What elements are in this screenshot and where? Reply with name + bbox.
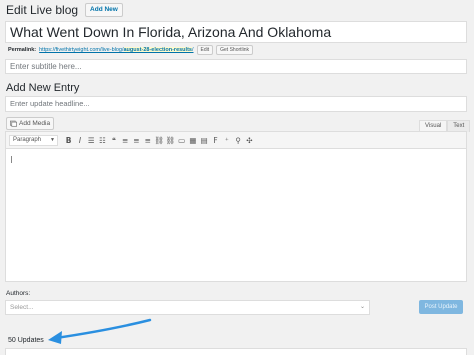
- updates-list-panel: [5, 348, 467, 355]
- special-char-icon[interactable]: ⁺: [221, 134, 232, 146]
- align-left-icon[interactable]: ≡: [119, 134, 130, 146]
- text-cursor: [11, 156, 12, 163]
- edit-permalink-button[interactable]: Edit: [196, 45, 214, 55]
- post-update-button[interactable]: Post Update: [419, 300, 463, 314]
- add-new-button[interactable]: Add New: [85, 3, 123, 17]
- format-value: Paragraph: [13, 136, 42, 143]
- permalink-trail: /: [191, 47, 194, 53]
- unlink-icon[interactable]: ⛓: [165, 134, 176, 146]
- add-media-label: Add Media: [19, 120, 51, 127]
- align-center-icon[interactable]: ≡: [131, 134, 142, 146]
- numbered-list-icon[interactable]: ☷: [97, 134, 108, 146]
- blockquote-icon[interactable]: ❝: [108, 134, 119, 146]
- updates-count: 50 Updates: [5, 333, 467, 348]
- chevron-down-icon: ⌄: [359, 304, 365, 310]
- align-right-icon[interactable]: ≡: [142, 134, 153, 146]
- footnote-icon[interactable]: F: [210, 134, 221, 146]
- get-shortlink-button[interactable]: Get Shortlink: [216, 45, 254, 55]
- permalink-label: Permalink:: [8, 47, 37, 53]
- bold-icon[interactable]: B: [63, 134, 74, 146]
- bullet-list-icon[interactable]: ☰: [86, 134, 97, 146]
- post-title-input[interactable]: What Went Down In Florida, Arizona And O…: [5, 21, 467, 43]
- fullscreen-icon[interactable]: ▦: [187, 134, 198, 146]
- link-icon[interactable]: ⛓: [153, 134, 164, 146]
- editor-toolbar: Paragraph ▼ B I ☰ ☷ ❝ ≡ ≡ ≡ ⛓ ⛓ ▭ ▦ ▤ F ⁺…: [6, 132, 466, 149]
- fullscreen-expand-icon[interactable]: ✣: [244, 134, 255, 146]
- read-more-icon[interactable]: ▭: [176, 134, 187, 146]
- format-select[interactable]: Paragraph ▼: [9, 134, 58, 146]
- permalink-base-link[interactable]: https://fivethirtyeight.com/live-blog/: [39, 47, 123, 53]
- chevron-down-icon: ▼: [50, 136, 55, 143]
- permalink-row: Permalink: https://fivethirtyeight.com/l…: [8, 45, 254, 55]
- content-editor[interactable]: Paragraph ▼ B I ☰ ☷ ❝ ≡ ≡ ≡ ⛓ ⛓ ▭ ▦ ▤ F ⁺…: [5, 131, 467, 282]
- authors-select-placeholder: Select...: [10, 304, 34, 311]
- toolbar-toggle-icon[interactable]: ▤: [199, 134, 210, 146]
- authors-select[interactable]: Select... ⌄: [5, 300, 370, 315]
- page-header: Edit Live blog Add New: [6, 3, 123, 17]
- embed-icon[interactable]: ⚲: [232, 134, 243, 146]
- media-icon: [10, 120, 17, 127]
- add-media-button[interactable]: Add Media: [6, 117, 55, 130]
- page-title: Edit Live blog: [6, 3, 79, 17]
- italic-icon[interactable]: I: [74, 134, 85, 146]
- subtitle-input[interactable]: Enter subtitle here...: [5, 59, 467, 74]
- add-entry-heading: Add New Entry: [6, 82, 80, 94]
- update-headline-input[interactable]: Enter update headline...: [5, 96, 467, 112]
- permalink-slug[interactable]: august-28-election-results: [123, 47, 192, 53]
- authors-label: Authors:: [6, 290, 31, 297]
